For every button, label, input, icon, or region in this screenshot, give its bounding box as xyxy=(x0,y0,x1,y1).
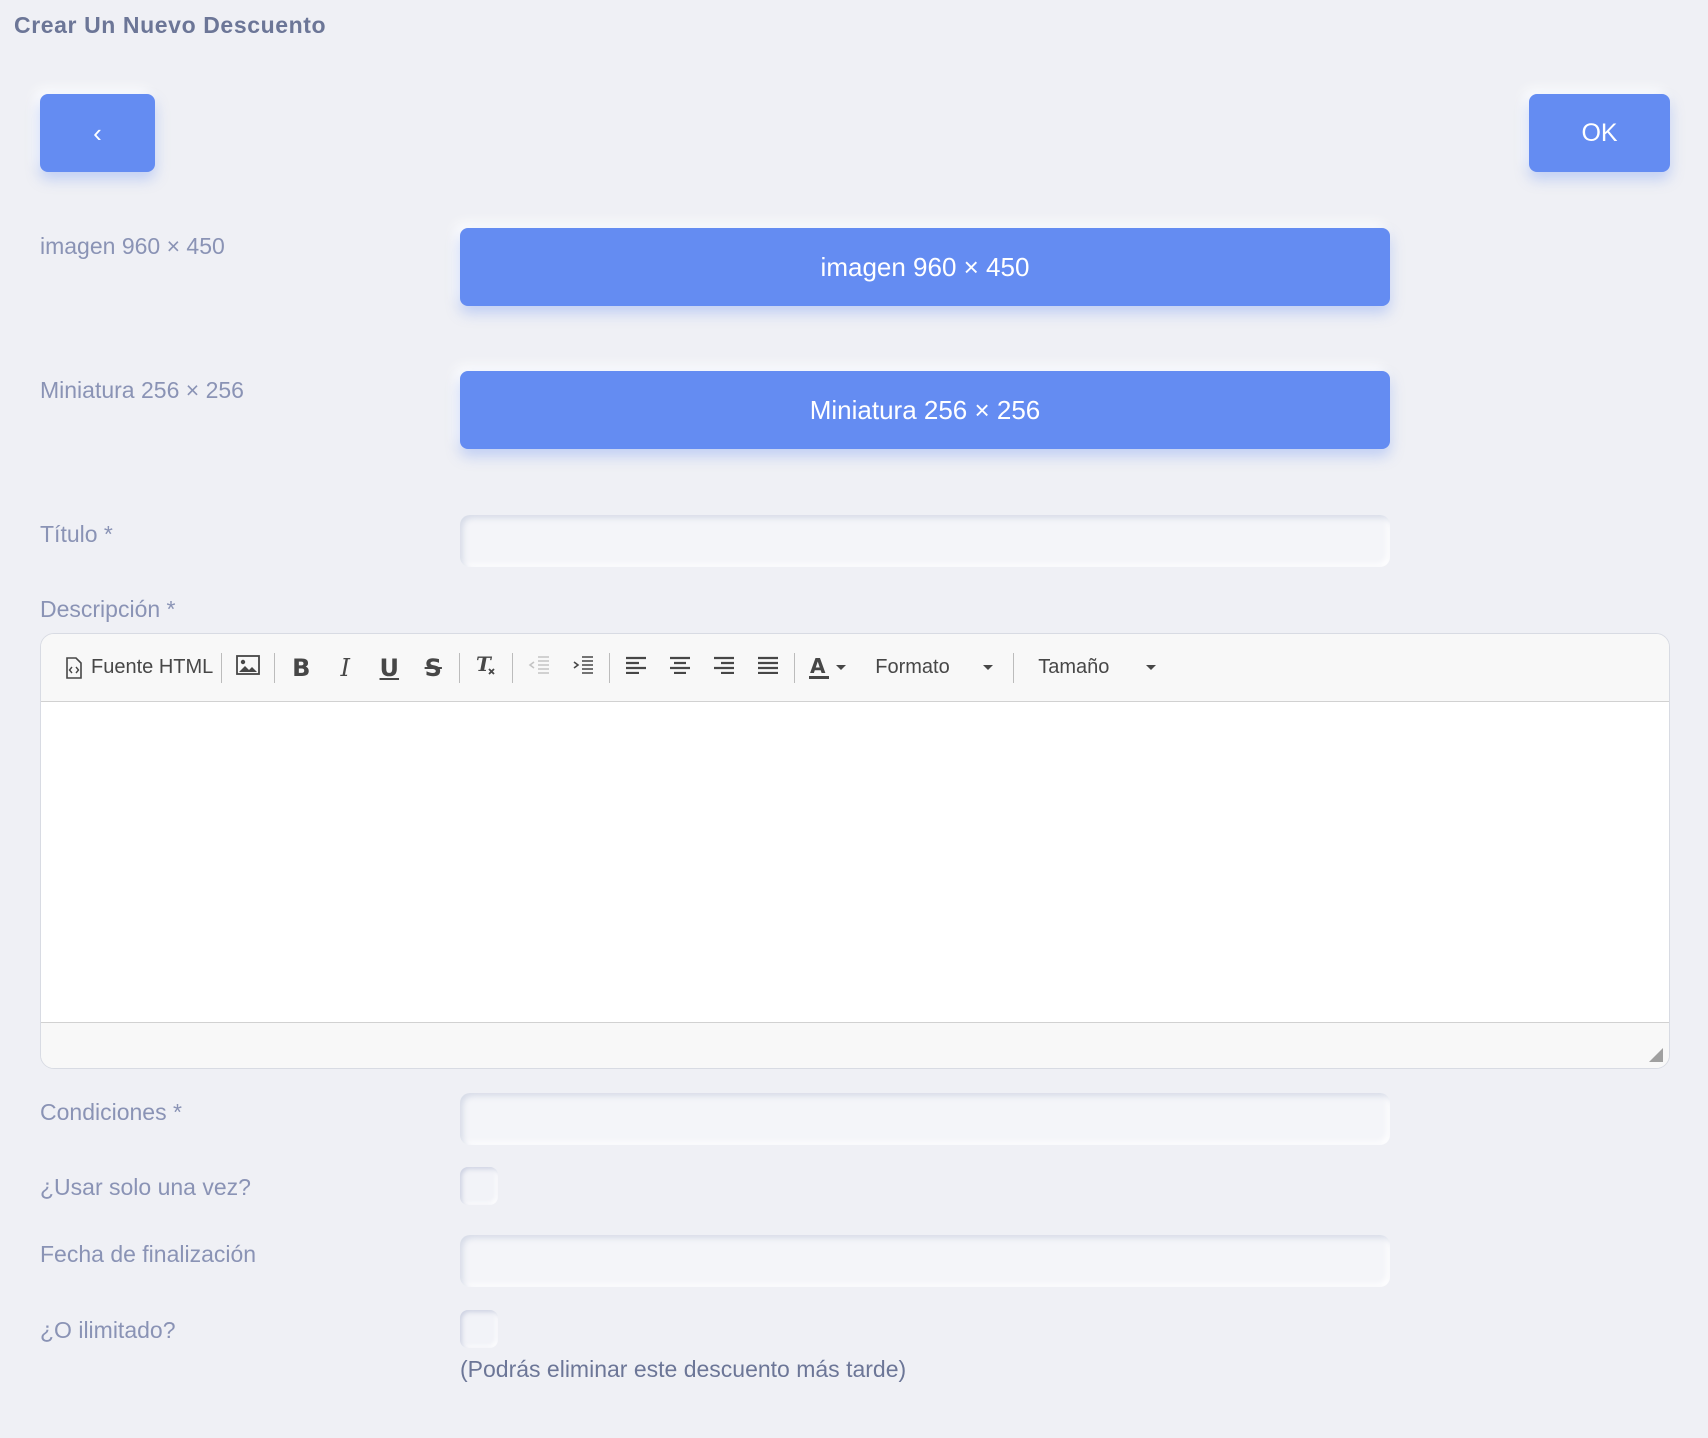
title-label: Título * xyxy=(40,521,113,547)
bold-button[interactable]: B xyxy=(279,648,323,688)
toolbar-separator xyxy=(459,652,461,683)
italic-icon: I xyxy=(340,653,350,682)
end-date-input[interactable] xyxy=(460,1235,1390,1287)
underline-button[interactable]: U xyxy=(367,648,411,688)
toolbar-separator xyxy=(1013,652,1015,683)
description-label: Descripción * xyxy=(40,596,176,622)
align-right-icon xyxy=(713,656,735,679)
outdent-icon xyxy=(528,655,550,680)
strikethrough-button[interactable]: S xyxy=(411,648,455,688)
size-label: Tamaño xyxy=(1038,656,1110,678)
align-center-icon xyxy=(669,656,691,679)
image-icon xyxy=(236,655,261,680)
indent-button[interactable] xyxy=(561,648,605,688)
source-button[interactable]: Fuente HTML xyxy=(65,648,217,688)
image-button[interactable] xyxy=(226,648,270,688)
image-upload-button[interactable]: imagen 960 × 450 xyxy=(460,228,1390,306)
unlimited-label: ¿O ilimitado? xyxy=(40,1317,176,1343)
toolbar-separator xyxy=(609,652,611,683)
source-icon xyxy=(65,656,83,679)
underline-icon: U xyxy=(379,653,400,682)
format-label: Formato xyxy=(875,656,950,678)
end-date-label: Fecha de finalización xyxy=(40,1241,257,1267)
conditions-label: Condiciones * xyxy=(40,1099,182,1125)
description-editor: Fuente HTML B I U S T A Formato Tamaño xyxy=(40,633,1670,1069)
align-left-icon xyxy=(625,656,647,679)
thumbnail-label: Miniatura 256 × 256 xyxy=(40,377,244,403)
bold-icon: B xyxy=(292,653,311,682)
conditions-input[interactable] xyxy=(460,1093,1390,1145)
size-dropdown[interactable]: Tamaño xyxy=(1018,648,1172,688)
chevron-left-icon: ‹ xyxy=(93,117,102,148)
align-justify-icon xyxy=(757,656,779,679)
indent-icon xyxy=(572,655,594,680)
unlimited-checkbox[interactable] xyxy=(460,1310,498,1348)
align-right-button[interactable] xyxy=(702,648,746,688)
chevron-down-icon xyxy=(983,665,994,670)
back-button[interactable]: ‹ xyxy=(40,94,155,172)
svg-text:A: A xyxy=(810,655,826,678)
align-center-button[interactable] xyxy=(658,648,702,688)
toolbar-separator xyxy=(274,652,276,683)
page-title: Crear Un Nuevo Descuento xyxy=(14,12,327,38)
toolbar-separator xyxy=(794,652,796,683)
title-input[interactable] xyxy=(460,515,1390,567)
align-left-button[interactable] xyxy=(614,648,658,688)
chevron-down-icon xyxy=(1146,665,1157,670)
strikethrough-icon: S xyxy=(424,653,442,682)
editor-content-area[interactable] xyxy=(41,702,1669,1023)
thumbnail-upload-button[interactable]: Miniatura 256 × 256 xyxy=(460,371,1390,449)
format-dropdown[interactable]: Formato xyxy=(855,648,1009,688)
align-justify-button[interactable] xyxy=(746,648,790,688)
text-color-button[interactable]: A xyxy=(799,648,855,688)
use-once-label: ¿Usar solo una vez? xyxy=(40,1174,251,1200)
remove-format-button[interactable]: T xyxy=(464,648,508,688)
toolbar-separator xyxy=(221,652,223,683)
editor-toolbar: Fuente HTML B I U S T A Formato Tamaño xyxy=(41,634,1669,702)
toolbar-separator xyxy=(512,652,514,683)
unlimited-help-text: (Podrás eliminar este descuento más tard… xyxy=(460,1356,907,1382)
source-label: Fuente HTML xyxy=(91,656,214,678)
image-label: imagen 960 × 450 xyxy=(40,233,225,259)
italic-button[interactable]: I xyxy=(323,648,367,688)
remove-format-icon: T xyxy=(474,652,498,682)
chevron-down-icon xyxy=(836,665,847,670)
discount-form-page: Crear Un Nuevo Descuento ‹ OK imagen 960… xyxy=(0,0,1708,1438)
text-color-icon: A xyxy=(808,655,847,681)
use-once-checkbox[interactable] xyxy=(460,1167,498,1205)
ok-button[interactable]: OK xyxy=(1529,94,1670,172)
resize-handle-icon[interactable] xyxy=(1649,1048,1663,1062)
outdent-button[interactable] xyxy=(517,648,561,688)
editor-footer xyxy=(41,1024,1669,1068)
